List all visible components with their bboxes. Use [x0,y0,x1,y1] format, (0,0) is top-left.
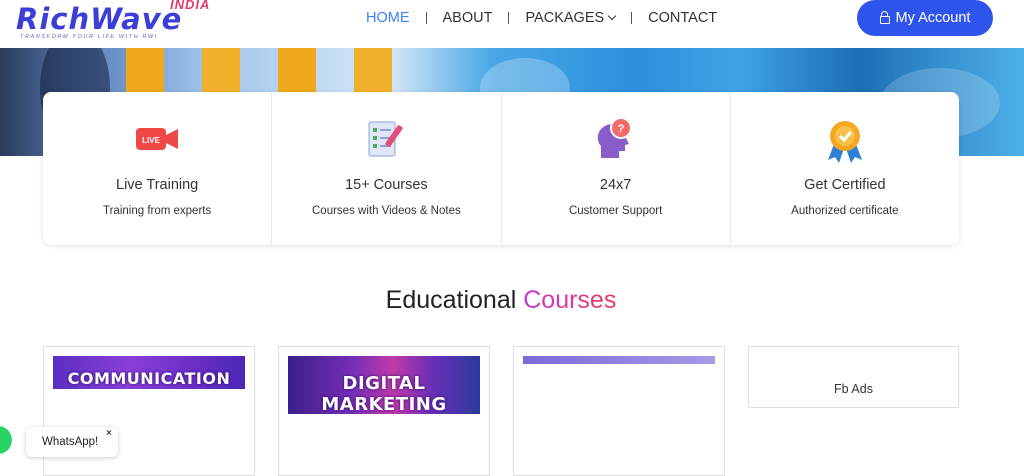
chevron-down-icon [607,11,617,21]
course-thumbnail[interactable]: DIGITAL MARKETING [288,356,480,414]
my-account-button[interactable]: My Account [857,0,993,36]
course-thumbnail[interactable]: COMMUNICATION [53,356,245,389]
feature-subtitle: Courses with Videos & Notes [312,205,461,217]
feature-subtitle: Customer Support [568,205,663,217]
logo-india: INDIA [170,0,211,12]
course-thumbnail[interactable] [523,356,715,364]
course-notes-icon [361,114,411,166]
feature-title: 24x7 [599,177,632,193]
nav-divider [631,12,633,24]
course-card-fb-ads[interactable]: Fb Ads [748,346,959,408]
features-card: LIVE Live Training Training from experts… [43,92,959,245]
heading-part1: Educational [385,286,517,314]
nav-about[interactable]: ABOUT [443,10,493,26]
feature-certified: Get Certified Authorized certificate [731,92,959,245]
support-question-icon: ? [591,114,641,166]
nav-divider [508,12,510,24]
nav-divider [425,12,427,24]
close-icon[interactable]: × [106,428,112,439]
svg-text:?: ? [617,123,624,135]
feature-title: Live Training [116,177,199,193]
thumbnail-title: COMMUNICATION [67,369,231,388]
course-label: Fb Ads [834,382,873,396]
svg-text:LIVE: LIVE [142,136,160,145]
section-heading: Educational Courses [0,286,1002,315]
live-video-icon: LIVE [132,114,182,166]
whatsapp-chat-popup[interactable]: WhatsApp! × [26,427,118,457]
feature-support: ? 24x7 Customer Support [502,92,731,245]
heading-part2: Courses [523,286,617,314]
thumbnail-title: DIGITAL MARKETING [321,373,447,414]
whatsapp-icon[interactable] [0,426,12,454]
site-header: RichWave INDIA TRANSFORM YOUR LIFE WITH … [0,0,1024,48]
my-account-label: My Account [895,10,971,26]
nav-packages-label: PACKAGES [525,10,605,26]
feature-title: 15+ Courses [345,177,428,193]
feature-subtitle: Authorized certificate [791,205,899,217]
richwave-logo[interactable]: RichWave INDIA TRANSFORM YOUR LIFE WITH … [16,0,216,46]
feature-title: Get Certified [804,177,886,193]
course-card[interactable] [513,346,725,476]
nav-home[interactable]: HOME [366,10,410,26]
feature-courses: 15+ Courses Courses with Videos & Notes [272,92,502,245]
main-nav: HOME ABOUT PACKAGES CONTACT [366,0,717,36]
logo-tagline: TRANSFORM YOUR LIFE WITH RWI [20,34,158,40]
nav-contact[interactable]: CONTACT [648,10,717,26]
nav-packages[interactable]: PACKAGES [525,10,617,26]
whatsapp-label: WhatsApp! [42,436,99,448]
feature-subtitle: Training from experts [103,205,212,217]
course-card-digital-marketing[interactable]: DIGITAL MARKETING [278,346,490,476]
lock-icon [879,11,890,24]
logo-wordmark: RichWave [16,2,183,36]
feature-live-training: LIVE Live Training Training from experts [43,92,273,245]
certificate-badge-icon [820,114,870,166]
